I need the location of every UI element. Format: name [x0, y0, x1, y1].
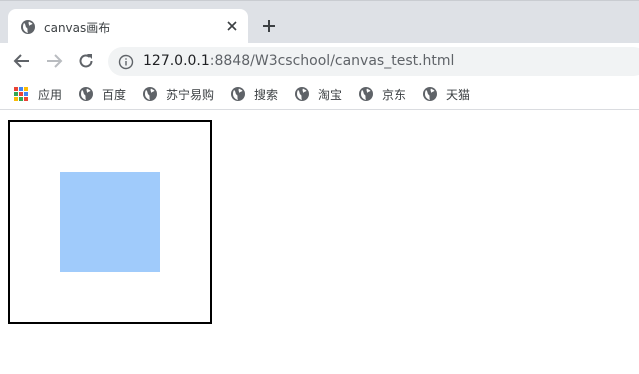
- globe-icon: [79, 87, 93, 101]
- bookmark-apps[interactable]: 应用: [14, 85, 62, 103]
- globe-icon: [295, 87, 309, 101]
- browser-toolbar: 127.0.0.1:8848/W3cschool/canvas_test.htm…: [0, 43, 639, 79]
- globe-icon: [359, 87, 373, 101]
- url-path: :8848/W3cschool/canvas_test.html: [209, 53, 455, 69]
- canvas-element: [8, 120, 212, 324]
- bookmark-label: 应用: [38, 87, 63, 102]
- bookmark-suning[interactable]: 苏宁易购: [142, 85, 214, 103]
- globe-icon: [231, 87, 245, 101]
- tab-strip: canvas画布: [0, 0, 639, 44]
- bookmark-label: 苏宁易购: [166, 87, 215, 102]
- url-host: 127.0.0.1: [143, 53, 210, 69]
- tab-title: canvas画布: [44, 21, 111, 35]
- close-icon[interactable]: [224, 18, 240, 34]
- bookmark-jd[interactable]: 京东: [358, 85, 406, 103]
- bookmark-label: 京东: [382, 87, 407, 102]
- globe-icon: [20, 19, 36, 35]
- page-content: [0, 110, 639, 374]
- bookmarks-bar: 应用 百度 苏宁易购 搜索 淘宝 京东 天猫: [0, 79, 639, 110]
- reload-icon[interactable]: [75, 50, 97, 72]
- arrow-right-icon[interactable]: [43, 50, 65, 72]
- arrow-left-icon[interactable]: [11, 50, 33, 72]
- filled-rectangle: [60, 172, 160, 272]
- url-text[interactable]: 127.0.0.1:8848/W3cschool/canvas_test.htm…: [143, 53, 454, 69]
- bookmark-taobao[interactable]: 淘宝: [294, 85, 342, 103]
- active-tab[interactable]: canvas画布: [8, 9, 248, 44]
- bookmark-tmall[interactable]: 天猫: [422, 85, 470, 103]
- bookmark-label: 百度: [102, 87, 127, 102]
- bookmark-label: 天猫: [446, 87, 471, 102]
- bookmark-search[interactable]: 搜索: [230, 85, 278, 103]
- bookmark-label: 搜索: [254, 87, 279, 102]
- apps-grid-icon: [14, 87, 28, 101]
- globe-icon: [423, 87, 437, 101]
- bookmark-baidu[interactable]: 百度: [78, 85, 126, 103]
- globe-icon: [143, 87, 157, 101]
- bookmark-label: 淘宝: [318, 87, 343, 102]
- address-bar[interactable]: 127.0.0.1:8848/W3cschool/canvas_test.htm…: [108, 47, 639, 76]
- plus-icon[interactable]: [258, 15, 280, 37]
- info-icon[interactable]: [118, 54, 134, 70]
